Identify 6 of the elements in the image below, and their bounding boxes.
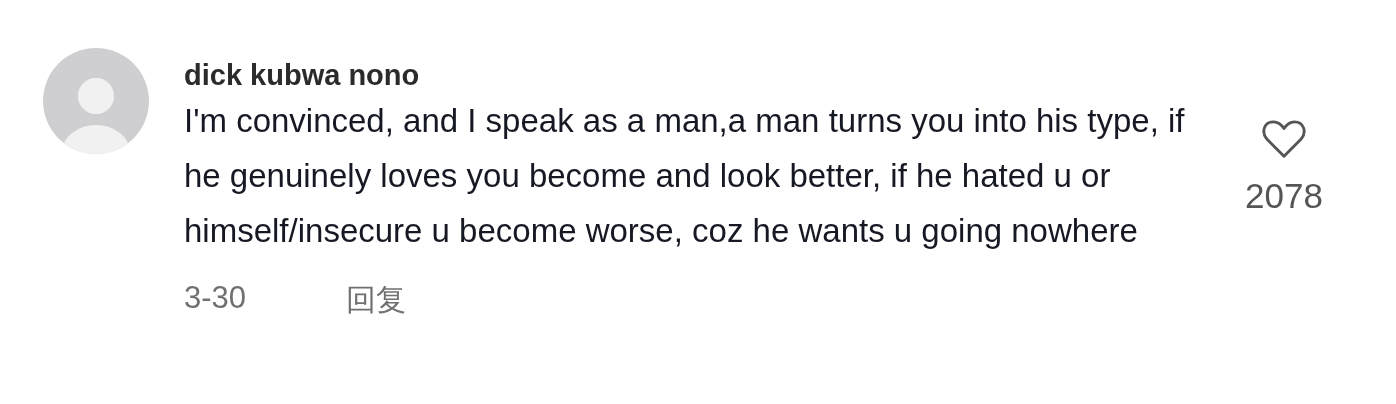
like-count: 2078 (1245, 176, 1323, 216)
reply-link[interactable]: 回复 (346, 280, 407, 321)
comment-text: I'm convinced, and I speak as a man,a man turns you into his type, if he genuinely loves you become and look better, if he hated u or himself/insecure u become worse, coz he wants u going nowhere (184, 101, 1186, 251)
comment-date: 3-30 (184, 280, 247, 317)
heart-icon[interactable] (1261, 118, 1307, 160)
username[interactable]: dick kubwa nono (184, 57, 1214, 93)
